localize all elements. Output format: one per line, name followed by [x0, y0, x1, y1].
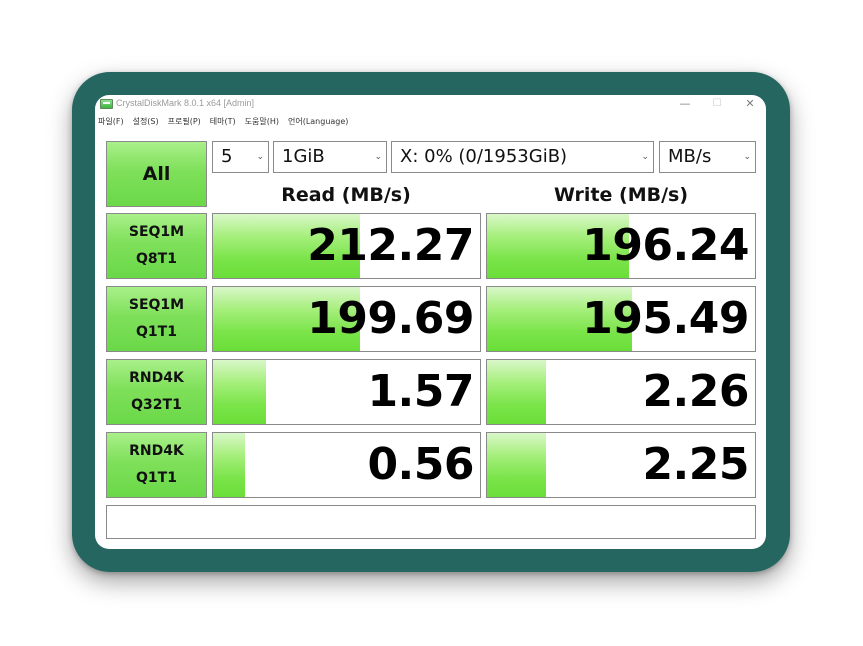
all-button[interactable]: All [106, 141, 207, 207]
app-icon [100, 99, 113, 109]
read-result-rnd4k-q32t1: 1.57 [212, 359, 481, 425]
read-value: 0.56 [367, 439, 474, 490]
drive-select[interactable]: X: 0% (0/1953GiB) ⌄ [391, 141, 654, 173]
drive-value: X: 0% (0/1953GiB) [400, 146, 568, 167]
all-button-label: All [142, 163, 171, 185]
test-name: RND4K [129, 443, 184, 459]
minimize-button[interactable]: — [670, 95, 700, 113]
test-name: SEQ1M [128, 224, 185, 240]
read-value: 1.57 [367, 366, 474, 417]
test-params: Q1T1 [136, 324, 177, 340]
title-bar[interactable]: CrystalDiskMark 8.0.1 x64 [Admin] — ☐ ✕ [95, 95, 766, 113]
comment-input[interactable] [106, 505, 756, 539]
test-params: Q1T1 [136, 470, 177, 486]
window-title: CrystalDiskMark 8.0.1 x64 [Admin] [116, 98, 255, 108]
write-bar [487, 360, 546, 424]
write-result-seq1m-q8t1: 196.24 [486, 213, 756, 279]
write-result-seq1m-q1t1: 195.49 [486, 286, 756, 352]
write-result-rnd4k-q32t1: 2.26 [486, 359, 756, 425]
test-button-seq1m-q8t1[interactable]: SEQ1M Q8T1 [106, 213, 207, 279]
test-count-select[interactable]: 5 ⌄ [212, 141, 269, 173]
read-value: 199.69 [307, 293, 474, 344]
menu-profile[interactable]: 프로필(P) [168, 115, 201, 129]
test-size-select[interactable]: 1GiB ⌄ [273, 141, 387, 173]
write-header: Write (MB/s) [553, 184, 689, 206]
chevron-down-icon: ⌄ [374, 152, 382, 162]
test-params: Q32T1 [131, 397, 182, 413]
write-value: 2.26 [642, 366, 749, 417]
test-size-value: 1GiB [282, 146, 325, 167]
read-bar [213, 360, 267, 424]
maximize-button[interactable]: ☐ [702, 95, 732, 113]
read-bar [213, 433, 246, 497]
write-value: 196.24 [582, 220, 749, 271]
test-count-value: 5 [221, 146, 233, 167]
app-window: CrystalDiskMark 8.0.1 x64 [Admin] — ☐ ✕ … [95, 95, 766, 549]
write-value: 2.25 [642, 439, 749, 490]
chevron-down-icon: ⌄ [743, 152, 751, 162]
menu-language[interactable]: 언어(Language) [288, 115, 348, 129]
test-button-rnd4k-q32t1[interactable]: RND4K Q32T1 [106, 359, 207, 425]
test-params: Q8T1 [136, 251, 177, 267]
menu-help[interactable]: 도움말(H) [245, 115, 279, 129]
chevron-down-icon: ⌄ [256, 152, 264, 162]
read-result-seq1m-q8t1: 212.27 [212, 213, 481, 279]
read-result-rnd4k-q1t1: 0.56 [212, 432, 481, 498]
write-value: 195.49 [582, 293, 749, 344]
menu-theme[interactable]: 테마(T) [210, 115, 236, 129]
read-result-seq1m-q1t1: 199.69 [212, 286, 481, 352]
unit-select[interactable]: MB/s ⌄ [659, 141, 756, 173]
test-button-rnd4k-q1t1[interactable]: RND4K Q1T1 [106, 432, 207, 498]
menu-bar: 파일(F) 설정(S) 프로필(P) 테마(T) 도움말(H) 언어(Langu… [98, 115, 357, 129]
menu-settings[interactable]: 설정(S) [133, 115, 159, 129]
test-name: RND4K [129, 370, 184, 386]
test-button-seq1m-q1t1[interactable]: SEQ1M Q1T1 [106, 286, 207, 352]
read-value: 212.27 [307, 220, 474, 271]
menu-file[interactable]: 파일(F) [98, 115, 124, 129]
write-bar [487, 433, 546, 497]
close-button[interactable]: ✕ [735, 95, 765, 113]
chevron-down-icon: ⌄ [641, 152, 649, 162]
test-name: SEQ1M [128, 297, 185, 313]
read-header: Read (MB/s) [281, 184, 411, 206]
unit-value: MB/s [668, 146, 712, 167]
write-result-rnd4k-q1t1: 2.25 [486, 432, 756, 498]
